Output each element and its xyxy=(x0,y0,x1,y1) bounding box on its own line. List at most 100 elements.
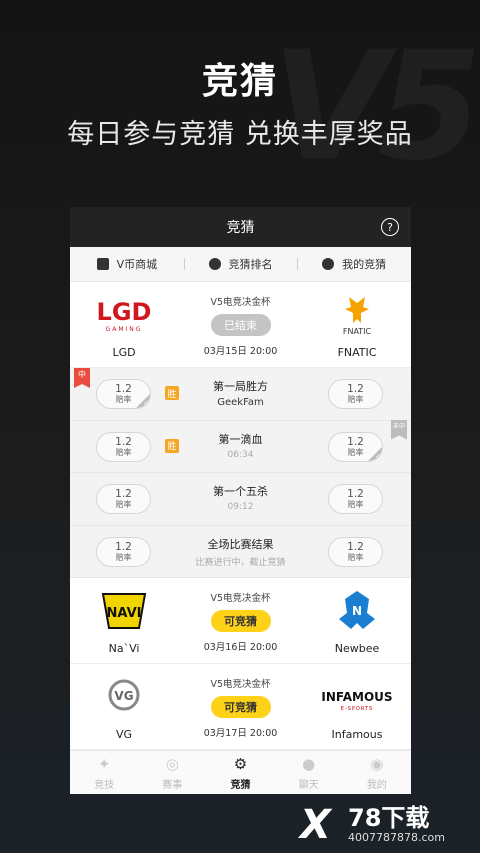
team-left: LGD GAMING LGD xyxy=(74,292,174,359)
tab-label: 竞技 xyxy=(94,780,115,791)
newbee-logo: N xyxy=(307,588,407,634)
bet-title: 第一滴血 xyxy=(218,432,263,446)
infamous-logo: INFAMOUS E-SPORTS xyxy=(307,674,407,720)
odds-right-button[interactable]: 1.2 赔率 xyxy=(328,379,383,409)
watermark-logo: X xyxy=(300,802,331,848)
odds-right-button[interactable]: 1.2 赔率 xyxy=(328,484,383,514)
tab-events[interactable]: ◎ 赛事 xyxy=(138,751,206,794)
bet-row: 1.2 赔率 全场比赛结果 比赛进行中，截止竞猜 1.2 赔率 xyxy=(70,525,411,578)
check-icon: ✓ xyxy=(143,399,149,407)
subnav-ranking-label: 竞猜排名 xyxy=(228,258,273,271)
team-name: Na`Vi xyxy=(108,642,140,655)
help-icon[interactable]: ? xyxy=(381,218,399,236)
svg-text:NAVI: NAVI xyxy=(107,606,142,621)
chat-icon: ● xyxy=(302,755,316,773)
bet-row: 1.2 赔率 胜 第一滴血 06:34 1.2 赔率 ✓ 未中 xyxy=(70,419,411,473)
team-name: FNATIC xyxy=(337,346,377,359)
bet-title: 全场比赛结果 xyxy=(207,537,274,551)
hero-subtitle: 每日参与竞猜 兑换丰厚奖品 xyxy=(67,119,413,150)
svg-text:VG: VG xyxy=(114,689,133,703)
tab-label: 我的 xyxy=(366,780,387,791)
phone-screen: 竞猜 ? V币商城 竞猜排名 我的竞猜 LGD GAMING LGD V5电竞决… xyxy=(70,207,411,794)
svg-text:LGD: LGD xyxy=(97,298,152,326)
match-info: V5电竞决金杯 已结束 03月15日 20:00 xyxy=(180,294,301,357)
team-name: Infamous xyxy=(331,728,383,741)
odds-value: 1.2 xyxy=(115,540,132,553)
odds-value: 1.2 xyxy=(115,435,132,448)
odds-value: 1.2 xyxy=(347,383,364,395)
tab-label: 聊天 xyxy=(298,780,319,791)
odds-label: 赔率 xyxy=(347,552,364,562)
svg-text:E-SPORTS: E-SPORTS xyxy=(341,706,373,712)
bet-open-button[interactable]: 可竞猜 xyxy=(210,696,271,718)
bet-subtitle: 比赛进行中，截止竞猜 xyxy=(195,557,286,568)
store-icon xyxy=(96,258,109,270)
tab-competition[interactable]: ✦ 竞技 xyxy=(70,751,138,794)
background-watermark: V5 xyxy=(272,20,480,194)
site-watermark: X 78下载 4007787878.com xyxy=(300,803,470,849)
league-name: V5电竞决金杯 xyxy=(210,679,271,690)
bet-title: 第一个五杀 xyxy=(213,485,268,498)
vg-logo: VG xyxy=(74,674,174,720)
team-name: LGD xyxy=(112,346,136,359)
bottom-tab-bar: ✦ 竞技 ◎ 赛事 ⚙ 竞猜 ● 聊天 ◉ 我的 xyxy=(70,750,411,794)
watermark-brand: 78下载 xyxy=(348,804,430,832)
ranking-icon xyxy=(208,258,221,270)
navi-logo: NAVI xyxy=(74,588,174,634)
league-name: V5电竞决金杯 xyxy=(210,593,271,604)
match-info: V5电竞决金杯 可竞猜 03月16日 20:00 xyxy=(180,590,301,653)
odds-left-button[interactable]: 1.2 赔率 xyxy=(96,536,151,567)
sub-navigation: V币商城 竞猜排名 我的竞猜 xyxy=(70,247,411,282)
svg-text:N: N xyxy=(352,604,362,618)
bet-title: 第一局胜方 xyxy=(213,380,268,393)
fnatic-logo: FNATIC xyxy=(307,292,407,338)
odds-right-button[interactable]: 1.2 赔率 ✓ xyxy=(328,431,383,462)
match-time: 03月17日 20:00 xyxy=(203,728,278,739)
odds-left-button[interactable]: 1.2 赔率 xyxy=(96,484,151,514)
svg-text:FNATIC: FNATIC xyxy=(343,327,372,336)
status-badge: 已结束 xyxy=(210,314,271,336)
lgd-logo: LGD GAMING xyxy=(74,292,174,338)
watermark-url: 4007787878.com xyxy=(348,831,445,844)
miss-ribbon: 未中 xyxy=(391,419,407,440)
win-badge: 胜 xyxy=(165,386,179,400)
tab-profile[interactable]: ◉ 我的 xyxy=(343,751,411,794)
odds-value: 1.2 xyxy=(347,488,364,500)
tab-chat[interactable]: ● 聊天 xyxy=(275,751,343,794)
bet-row: 中 1.2 赔率 ✓ 胜 第一局胜方 GeekFam 1.2 赔率 xyxy=(70,368,411,421)
bet-subtitle: 09:12 xyxy=(227,502,254,512)
bet-open-button[interactable]: 可竞猜 xyxy=(210,610,271,632)
match-time: 03月15日 20:00 xyxy=(203,346,278,357)
odds-label: 赔率 xyxy=(347,395,364,404)
odds-left-button[interactable]: 1.2 赔率 xyxy=(96,431,151,462)
bet-subtitle: GeekFam xyxy=(217,397,264,408)
odds-right-button[interactable]: 1.2 赔率 xyxy=(328,536,383,567)
svg-text:GAMING: GAMING xyxy=(106,326,143,333)
competition-icon: ✦ xyxy=(97,755,111,773)
odds-value: 1.2 xyxy=(347,540,364,553)
bet-row: 1.2 赔率 第一个五杀 09:12 1.2 赔率 xyxy=(70,473,411,526)
odds-label: 赔率 xyxy=(115,500,132,509)
svg-text:INFAMOUS: INFAMOUS xyxy=(322,690,392,704)
subnav-store-label: V币商城 xyxy=(116,258,158,271)
subnav-store[interactable]: V币商城 xyxy=(70,256,184,272)
match-card[interactable]: NAVI Na`Vi V5电竞决金杯 可竞猜 03月16日 20:00 N Ne… xyxy=(70,578,411,664)
odds-label: 赔率 xyxy=(115,447,132,457)
betting-icon: ⚙ xyxy=(233,755,248,773)
profile-icon: ◉ xyxy=(370,755,384,773)
hit-ribbon: 中 xyxy=(74,368,90,388)
match-card[interactable]: VG VG V5电竞决金杯 可竞猜 03月17日 20:00 INFAMOUS … xyxy=(70,664,411,750)
odds-left-button[interactable]: 1.2 赔率 ✓ xyxy=(96,379,151,409)
match-card[interactable]: LGD GAMING LGD V5电竞决金杯 已结束 03月15日 20:00 … xyxy=(70,282,411,368)
tab-label: 赛事 xyxy=(162,780,183,791)
tab-betting[interactable]: ⚙ 竞猜 xyxy=(206,751,274,794)
events-icon: ◎ xyxy=(165,755,179,773)
odds-label: 赔率 xyxy=(347,500,364,509)
check-icon: ✓ xyxy=(375,451,381,460)
league-name: V5电竞决金杯 xyxy=(210,297,271,308)
hero-title: 竞猜 xyxy=(201,61,278,102)
subnav-ranking[interactable]: 竞猜排名 xyxy=(183,256,298,272)
subnav-my-bets[interactable]: 我的竞猜 xyxy=(297,256,411,272)
team-name: Newbee xyxy=(334,642,380,655)
team-right: N Newbee xyxy=(307,588,407,655)
